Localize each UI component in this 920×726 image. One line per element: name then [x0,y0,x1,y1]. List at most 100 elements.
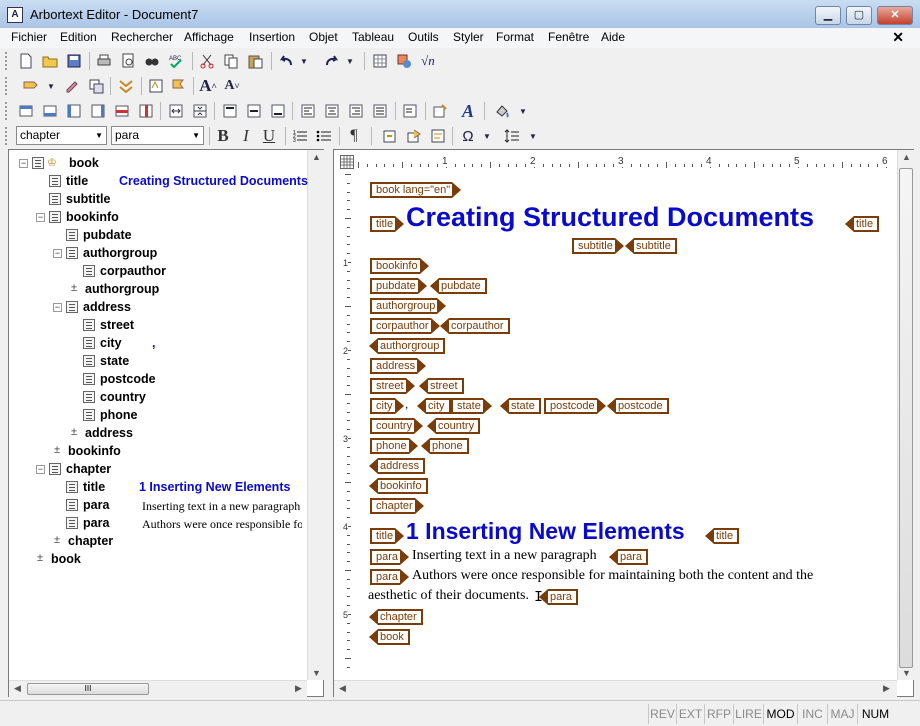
increase-font-icon[interactable]: A ˄ [198,76,218,96]
tag-authorgroup-start[interactable]: authorgroup [370,298,447,314]
tree-item-para[interactable]: para Inserting text in a new paragraph [9,497,305,515]
tag-street-start[interactable]: street [370,378,414,394]
tag-postcode-start[interactable]: postcode [544,398,606,414]
tag-bookinfo-start[interactable]: bookinfo [370,258,429,274]
split-markup-icon[interactable] [86,76,106,96]
paste-icon[interactable] [245,51,265,71]
menu-edition[interactable]: Edition [60,30,97,44]
tag-chapter-title-start[interactable]: title [370,528,405,544]
tree-item-title[interactable]: title Creating Structured Documents [9,173,308,191]
tag-state-end[interactable]: state [500,398,541,414]
toolbar-grip[interactable] [5,52,8,70]
maximize-button[interactable]: ▢ [846,6,872,25]
tree-item-title[interactable]: title 1 Inserting New Elements [9,479,305,497]
open-folder-icon[interactable] [40,51,60,71]
print-icon[interactable] [94,51,114,71]
menu-outils[interactable]: Outils [408,30,439,44]
toolbar-grip[interactable] [5,77,8,95]
tree-item-state[interactable]: state [9,353,305,371]
tag-address-end[interactable]: address [368,458,426,474]
scroll-thumb[interactable]: III [27,683,149,695]
tag-phone-start[interactable]: phone [370,438,418,454]
tag-street-end[interactable]: street [419,378,464,394]
print-preview-icon[interactable] [118,51,138,71]
tag-pubdate-end[interactable]: pubdate [430,278,487,294]
tag-book-end[interactable]: book [369,629,410,645]
align-left-icon[interactable] [298,101,318,121]
spellcheck-icon[interactable]: ABC [166,51,186,71]
tag-city-end[interactable]: city [417,398,451,414]
toolbar-grip[interactable] [5,102,8,120]
equation-icon[interactable]: √n [418,51,438,71]
element-select[interactable]: chapter ▼ [16,126,107,145]
tree-item-chapter[interactable]: ± chapter [9,533,305,551]
tag-title-start[interactable]: title [370,216,405,232]
bulleted-list-icon[interactable] [314,126,334,146]
insert-row-below-icon[interactable] [40,101,60,121]
numbered-list-icon[interactable]: 123 [290,126,310,146]
line-spacing-dropdown-icon[interactable]: ▼ [526,126,540,146]
para2-line2-text[interactable]: aesthetic of their documents. [368,588,529,604]
tag-chapter-title-end[interactable]: title [704,528,740,544]
find-icon[interactable] [142,51,162,71]
tree-item-address[interactable]: ± address [9,425,305,443]
book-title-text[interactable]: Creating Structured Documents [406,202,814,233]
italic-button[interactable]: I [236,126,256,146]
redo-icon[interactable] [322,51,342,71]
align-middle-icon[interactable] [244,101,264,121]
scroll-left-icon[interactable]: ◀ [334,683,351,694]
bold-button[interactable]: B [213,126,233,146]
tag-country-start[interactable]: country [370,418,424,434]
tag-para2-start[interactable]: para [370,569,410,585]
tag-city-start[interactable]: city [370,398,403,414]
scroll-up-icon[interactable]: ▲ [308,152,325,162]
menu-aide[interactable]: Aide [601,30,625,44]
chapter-title-text[interactable]: 1 Inserting New Elements [406,518,685,545]
edit-attributes-icon[interactable] [146,76,166,96]
tag-para2-end[interactable]: para [538,589,579,605]
style-select[interactable]: para ▼ [111,126,204,145]
line-spacing-icon[interactable] [502,126,522,146]
tag-postcode-end[interactable]: postcode [607,398,669,414]
minimize-button[interactable]: ▁ [815,6,841,25]
tag-para1-start[interactable]: para [370,549,410,565]
insert-column-right-icon[interactable] [88,101,108,121]
save-icon[interactable] [64,51,84,71]
tag-bookinfo-end[interactable]: bookinfo [369,478,428,494]
fill-color-dropdown-icon[interactable]: ▼ [516,101,530,121]
document-vertical-scrollbar[interactable]: ▲ ▼ [897,150,914,680]
tag-phone-end[interactable]: phone [421,438,469,454]
tag-authorgroup-end[interactable]: authorgroup [368,338,446,354]
tree-item-book[interactable]: ± book [9,551,305,569]
insert-markup-icon[interactable] [20,76,40,96]
tree-item-bookinfo[interactable]: ± bookinfo [9,443,305,461]
tag-chapter-end[interactable]: chapter [369,609,423,625]
join-markup-icon[interactable] [116,76,136,96]
scroll-right-icon[interactable]: ▶ [290,683,307,694]
merge-cells-icon[interactable] [166,101,186,121]
cell-properties-icon[interactable] [430,101,450,121]
pane-splitter[interactable] [326,149,331,697]
align-top-icon[interactable] [220,101,240,121]
collapse-toggle-icon[interactable]: − [53,249,62,258]
tag-para1-end[interactable]: para [608,549,649,565]
tree-item-corpauthor[interactable]: corpauthor [9,263,305,281]
text-style-icon[interactable]: A [458,101,478,121]
special-character-button[interactable]: Ω [458,126,478,146]
collapse-toggle-icon[interactable]: − [19,159,28,168]
menu-fenetre[interactable]: Fenêtre [548,30,589,44]
menu-affichage[interactable]: Affichage [184,30,234,44]
menu-insertion[interactable]: Insertion [249,30,295,44]
scroll-down-icon[interactable]: ▼ [308,668,325,678]
show-paragraph-marks-button[interactable]: ¶ [344,126,364,146]
markup-flag-icon[interactable] [168,76,188,96]
tag-subtitle-start[interactable]: subtitle [572,238,624,254]
tree-item-chapter[interactable]: − chapter [9,461,305,479]
cross-reference-icon[interactable] [380,126,400,146]
tag-country-end[interactable]: country [426,418,481,434]
close-button[interactable]: ✕ [877,6,913,25]
para1-text[interactable]: Inserting text in a new paragraph [412,548,597,564]
collapse-toggle-icon[interactable]: − [36,465,45,474]
tag-subtitle-end[interactable]: subtitle [625,238,677,254]
special-character-dropdown-icon[interactable]: ▼ [480,126,494,146]
